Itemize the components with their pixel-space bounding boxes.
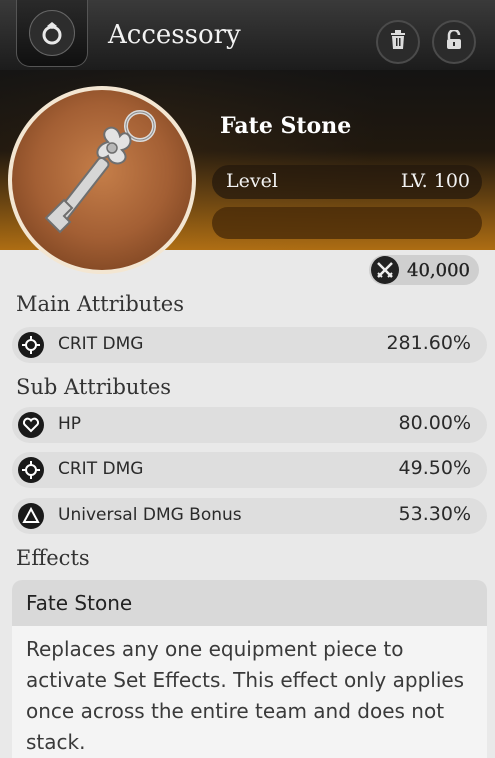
attribute-value: 281.60% [386,332,471,354]
attribute-name: Universal DMG Bonus [58,505,242,525]
accessory-detail-panel: Accessory Fate Stone Level LV. 100 40,00… [0,0,495,758]
crit-target-icon [18,457,44,483]
attribute-value: 53.30% [398,503,471,525]
ring-icon [29,10,75,56]
main-attributes-heading: Main Attributes [16,292,184,316]
level-bar: Level LV. 100 [212,165,482,199]
attribute-name: CRIT DMG [58,459,144,479]
effect-header: Fate Stone [12,580,487,626]
crossed-swords-icon [371,256,399,284]
sub-attributes-heading: Sub Attributes [16,375,172,399]
effect-description: Replaces any one equipment piece to acti… [26,637,465,754]
unlock-icon [445,28,463,54]
lock-button[interactable] [432,20,476,64]
crit-target-icon [18,332,44,358]
main-attribute-row: CRIT DMG 281.60% [12,327,487,363]
attribute-name: CRIT DMG [58,334,144,354]
panel-title: Accessory [108,20,241,50]
triangle-icon [18,503,44,529]
item-info-bar [212,207,482,239]
combat-power-badge: 40,000 [369,255,479,285]
sub-attribute-row: Universal DMG Bonus 53.30% [12,498,487,534]
level-label: Level [226,170,278,192]
delete-button[interactable] [376,20,420,64]
attribute-name: HP [58,414,82,434]
item-portrait [8,86,196,274]
panel-header: Accessory [0,0,495,70]
sub-attribute-row: CRIT DMG 49.50% [12,452,487,488]
trash-icon [389,30,407,54]
sub-attribute-row: HP 80.00% [12,407,487,443]
attribute-value: 49.50% [398,457,471,479]
effects-heading: Effects [16,546,90,570]
category-tab[interactable] [16,0,88,67]
item-name: Fate Stone [220,113,352,139]
heart-icon [18,412,44,438]
level-value: LV. 100 [400,170,470,192]
key-icon [12,90,192,270]
effect-card: Fate Stone Replaces any one equipment pi… [12,580,487,758]
combat-power-value: 40,000 [407,259,470,281]
effect-name: Fate Stone [26,591,133,615]
attribute-value: 80.00% [398,412,471,434]
